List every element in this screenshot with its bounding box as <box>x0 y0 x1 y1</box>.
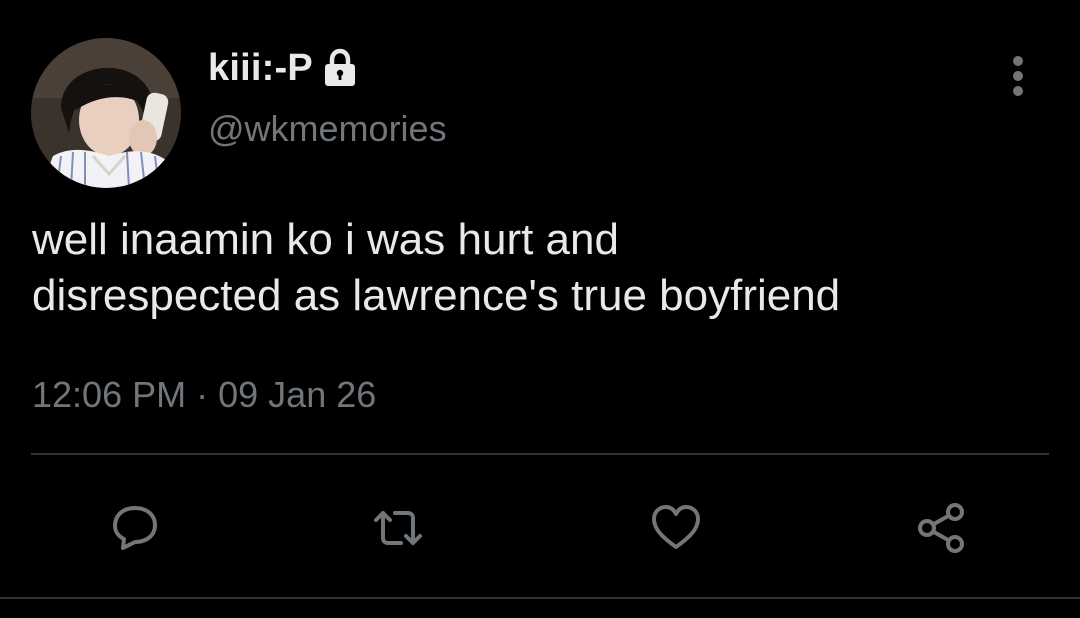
heart-icon <box>652 505 700 549</box>
bottom-divider <box>0 597 1080 599</box>
share-button[interactable] <box>914 500 970 556</box>
more-dot-icon <box>1013 71 1023 81</box>
avatar[interactable] <box>31 38 181 188</box>
lock-icon <box>321 48 359 88</box>
avatar-photo-icon <box>31 38 181 188</box>
display-name[interactable]: kiii:-P <box>208 47 313 90</box>
divider <box>31 453 1049 455</box>
tweet-date: 09 Jan 26 <box>218 374 377 415</box>
tweet-time: 12:06 PM <box>32 374 187 415</box>
date-separator: · <box>196 374 209 415</box>
tweet-text: well inaamin ko i was hurt and disrespec… <box>32 215 841 320</box>
tweet: kiii:-P @wkmemories well inaamin ko i wa… <box>0 0 1080 618</box>
more-dot-icon <box>1013 86 1023 96</box>
more-options-button[interactable] <box>1000 56 1036 96</box>
share-nodes-icon <box>918 503 964 553</box>
speech-bubble-icon <box>113 506 157 550</box>
more-dot-icon <box>1013 56 1023 66</box>
like-button[interactable] <box>648 500 704 556</box>
retweet-button[interactable] <box>370 500 426 556</box>
timestamp[interactable]: 12:06 PM · 09 Jan 26 <box>32 374 376 416</box>
user-handle[interactable]: @wkmemories <box>208 108 447 150</box>
display-name-row: kiii:-P <box>208 44 359 92</box>
retweet-arrows-icon <box>374 511 422 545</box>
reply-button[interactable] <box>107 500 163 556</box>
